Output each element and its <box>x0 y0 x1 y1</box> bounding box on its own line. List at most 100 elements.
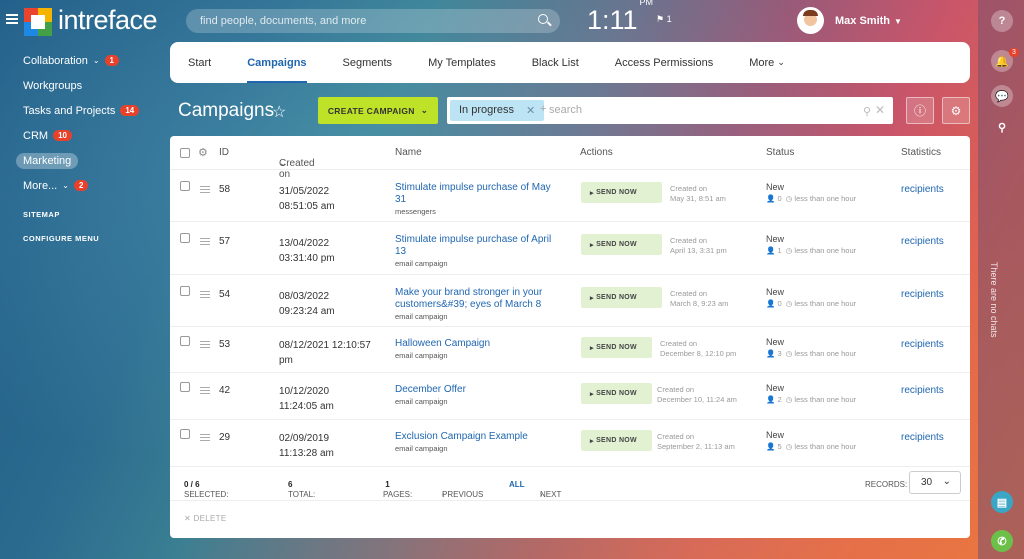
table-row[interactable]: 29 02/09/2019 11:13:28 am Exclusion Campa… <box>170 421 970 467</box>
tab-campaigns[interactable]: Campaigns <box>229 42 324 83</box>
sitemap-link[interactable]: SITEMAP <box>15 210 165 219</box>
search-icon[interactable]: ⚲ <box>863 105 871 118</box>
recipients-count: 0 <box>777 299 782 308</box>
clear-icon[interactable]: ✕ <box>875 103 885 117</box>
sidebar-item-more[interactable]: More... ⌄ 2 <box>15 173 165 198</box>
recipients-link[interactable]: recipients <box>901 339 944 350</box>
chevron-down-icon: ⌄ <box>777 57 785 67</box>
tab-my-templates[interactable]: My Templates <box>410 42 514 83</box>
campaign-link[interactable]: Halloween Campaign <box>395 338 490 349</box>
campaign-link[interactable]: Make your brand stronger in your custome… <box>395 287 542 310</box>
tab-segments[interactable]: Segments <box>325 42 411 83</box>
records-select[interactable]: 30 ⌄ <box>909 471 961 494</box>
table-row[interactable]: 42 10/12/2020 11:24:05 am December Offer e… <box>170 374 970 420</box>
tab-access-permissions[interactable]: Access Permissions <box>597 42 731 83</box>
sidebar-item-workgroups[interactable]: Workgroups <box>15 73 165 98</box>
select-all-checkbox[interactable] <box>180 148 190 158</box>
search-icon[interactable] <box>538 14 548 24</box>
row-checkbox[interactable] <box>180 382 190 392</box>
sidebar-item-tasks[interactable]: Tasks and Projects 14 <box>15 98 165 123</box>
phone-icon[interactable]: ✆ <box>991 530 1013 552</box>
star-icon[interactable]: ☆ <box>272 102 286 122</box>
table-row[interactable]: 53 08/12/2021 12:10:57 pm Halloween Campa… <box>170 328 970 373</box>
drag-handle-icon[interactable] <box>200 434 210 441</box>
drag-handle-icon[interactable] <box>200 186 210 193</box>
recipients-link[interactable]: recipients <box>901 289 944 300</box>
records-value: 30 <box>921 477 933 488</box>
recipients-link[interactable]: recipients <box>901 385 944 396</box>
row-date: 31/05/2022 <box>279 186 330 197</box>
close-icon[interactable]: ✕ <box>526 104 535 117</box>
row-checkbox[interactable] <box>180 181 190 191</box>
search-icon[interactable]: ⚲ <box>991 116 1013 138</box>
row-checkbox[interactable] <box>180 336 190 346</box>
sidebar-item-collaboration[interactable]: Collaboration ⌄ 1 <box>15 48 165 73</box>
user-menu[interactable]: Max Smith ▼ <box>835 15 902 27</box>
col-status[interactable]: Status <box>766 147 794 158</box>
tab-more[interactable]: More ⌄ <box>731 42 803 83</box>
clock-icon: ◷ <box>785 442 793 451</box>
send-now-button[interactable]: ▸ SEND NOW <box>581 182 662 203</box>
campaign-link[interactable]: Stimulate impulse purchase of April 13 <box>395 234 551 257</box>
status-cell: New 👤 0 ◷ less than one hour <box>766 182 856 203</box>
previous-label: PREVIOUS <box>442 490 484 499</box>
created-info-label: Created on <box>657 385 695 394</box>
chat-icon[interactable]: 💬 <box>991 85 1013 107</box>
duration-text: less than one hour <box>794 246 857 255</box>
plus-icon: + <box>540 103 547 115</box>
clock[interactable]: 1:11PM <box>587 0 653 36</box>
drag-handle-icon[interactable] <box>200 291 210 298</box>
page-title: Campaigns <box>178 100 275 121</box>
row-checkbox[interactable] <box>180 429 190 439</box>
drag-handle-icon[interactable] <box>200 238 210 245</box>
chevron-down-icon: ⌄ <box>420 105 429 115</box>
tab-start[interactable]: Start <box>170 42 229 83</box>
recipients-link[interactable]: recipients <box>901 236 944 247</box>
help-icon[interactable]: ? <box>991 10 1013 32</box>
menu-icon[interactable] <box>6 14 18 24</box>
flag-indicator[interactable]: ⚑ 1 <box>656 14 672 25</box>
col-name[interactable]: Name <box>395 147 422 158</box>
table-row[interactable]: 58 31/05/2022 08:51:05 am Stimulate impul… <box>170 171 970 222</box>
global-search-input[interactable]: find people, documents, and more <box>186 9 560 33</box>
selected-value: 0 / 6 <box>184 480 200 489</box>
right-rail <box>978 0 1024 559</box>
drag-handle-icon[interactable] <box>200 341 210 348</box>
send-now-button[interactable]: ▸ SEND NOW <box>581 287 662 308</box>
avatar[interactable] <box>797 7 824 34</box>
create-campaign-button[interactable]: CREATE CAMPAIGN ⌄ <box>318 97 438 124</box>
info-icon[interactable]: ⓘ <box>906 97 934 124</box>
sidebar-item-crm[interactable]: CRM 10 <box>15 123 165 148</box>
row-checkbox[interactable] <box>180 233 190 243</box>
recipients-link[interactable]: recipients <box>901 432 944 443</box>
campaign-link[interactable]: December Offer <box>395 384 466 395</box>
sidebar-item-marketing[interactable]: Marketing <box>15 148 165 173</box>
table-row[interactable]: 57 13/04/2022 03:31:40 pm Stimulate impul… <box>170 223 970 275</box>
table-row[interactable]: 54 08/03/2022 09:23:24 am Make your brand… <box>170 276 970 327</box>
send-now-label: SEND NOW <box>596 437 637 444</box>
configure-menu-link[interactable]: CONFIGURE MENU <box>15 234 165 243</box>
documents-icon[interactable]: ▤ <box>991 491 1013 513</box>
delete-label: DELETE <box>193 514 227 523</box>
all-button[interactable]: ALL <box>509 480 525 489</box>
row-time: 03:31:40 pm <box>279 253 335 264</box>
gear-icon[interactable]: ⚙ <box>198 146 208 159</box>
campaign-link[interactable]: Stimulate impulse purchase of May 31 <box>395 182 551 205</box>
send-now-button[interactable]: ▸ SEND NOW <box>581 383 652 404</box>
send-now-button[interactable]: ▸ SEND NOW <box>581 234 662 255</box>
filter-search-field[interactable]: In progress ✕ + search ⚲ ✕ <box>447 97 893 124</box>
send-now-button[interactable]: ▸ SEND NOW <box>581 337 652 358</box>
col-id[interactable]: ID <box>219 147 229 158</box>
row-created: 08/12/2021 12:10:57 pm <box>279 338 371 368</box>
campaign-link[interactable]: Exclusion Campaign Example <box>395 431 528 442</box>
tab-black-list[interactable]: Black List <box>514 42 597 83</box>
row-checkbox[interactable] <box>180 286 190 296</box>
filter-chip[interactable]: In progress ✕ <box>450 100 545 121</box>
gear-icon[interactable]: ⚙ <box>942 97 970 124</box>
recipients-link[interactable]: recipients <box>901 184 944 195</box>
send-now-label: SEND NOW <box>596 294 637 301</box>
created-info: Created on September 2, 11:13 am <box>657 432 735 452</box>
send-now-button[interactable]: ▸ SEND NOW <box>581 430 652 451</box>
delete-button[interactable]: ✕ DELETE <box>184 514 226 523</box>
drag-handle-icon[interactable] <box>200 387 210 394</box>
